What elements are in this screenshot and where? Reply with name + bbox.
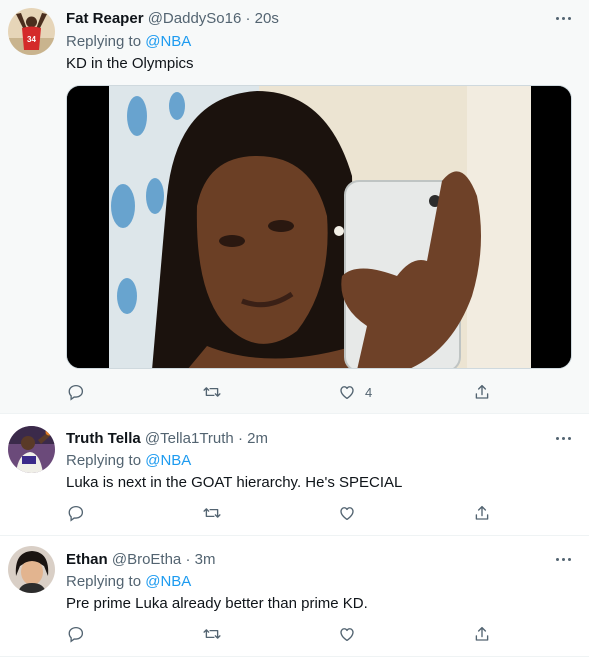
tweet-timestamp[interactable]: 20s	[255, 10, 279, 27]
replying-to-label: Replying to	[66, 33, 146, 50]
tweet-media-image[interactable]	[66, 85, 572, 369]
tweet-header: Fat Reaper @DaddySo16 · 20s	[66, 10, 279, 27]
tweet-item[interactable]: Ethan @BroEtha · 3m Replying to @NBA Pre…	[0, 536, 589, 657]
tweet-timestamp[interactable]: 2m	[247, 430, 268, 447]
tweet-timestamp[interactable]: 3m	[195, 551, 216, 568]
replying-to-label: Replying to	[66, 573, 146, 590]
like-button[interactable]	[338, 624, 356, 644]
replying-to-line: Replying to @NBA	[66, 573, 191, 590]
retweet-icon	[203, 629, 221, 639]
share-button[interactable]	[473, 382, 491, 402]
user-handle[interactable]: @Tella1Truth	[145, 430, 234, 447]
replying-to-mention[interactable]: @NBA	[145, 573, 191, 590]
share-icon	[475, 626, 489, 641]
user-handle[interactable]: @DaddySo16	[148, 10, 242, 27]
like-icon	[340, 628, 354, 642]
more-icon[interactable]	[551, 430, 575, 446]
like-button[interactable]: 4	[338, 382, 372, 402]
separator-dot: ·	[245, 10, 251, 27]
more-icon[interactable]	[551, 10, 575, 26]
retweet-button[interactable]	[203, 624, 221, 644]
share-icon	[475, 384, 489, 399]
reply-icon	[68, 626, 84, 643]
like-button[interactable]	[338, 503, 356, 523]
tweet-item[interactable]: 34 Fat Reaper @DaddySo16 · 20s Replying …	[0, 0, 589, 414]
retweet-button[interactable]	[203, 382, 221, 402]
tweet-text: KD in the Olympics	[66, 55, 194, 72]
tweet-item[interactable]: Truth Tella @Tella1Truth · 2m Replying t…	[0, 414, 589, 536]
separator-dot: ·	[237, 430, 243, 447]
replying-to-line: Replying to @NBA	[66, 452, 191, 469]
reply-button[interactable]	[67, 382, 85, 402]
separator-dot: ·	[185, 551, 191, 568]
tweet-text: Luka is next in the GOAT hierarchy. He's…	[66, 474, 403, 491]
user-name[interactable]: Fat Reaper	[66, 10, 144, 27]
retweet-button[interactable]	[203, 503, 221, 523]
replying-to-line: Replying to @NBA	[66, 33, 191, 50]
tweet-header: Ethan @BroEtha · 3m	[66, 551, 215, 568]
user-avatar[interactable]: 34	[8, 8, 55, 55]
user-name[interactable]: Truth Tella	[66, 430, 141, 447]
like-icon	[340, 386, 354, 400]
retweet-icon	[203, 508, 221, 518]
user-name[interactable]: Ethan	[66, 551, 108, 568]
avatar-image	[8, 426, 55, 473]
reply-icon	[68, 384, 84, 401]
share-button[interactable]	[473, 624, 491, 644]
reply-icon	[68, 505, 84, 522]
tweet-text: Pre prime Luka already better than prime…	[66, 595, 368, 612]
reply-button[interactable]	[67, 624, 85, 644]
replying-to-mention[interactable]: @NBA	[145, 452, 191, 469]
like-count: 4	[365, 384, 373, 400]
retweet-icon	[203, 387, 221, 397]
avatar-jersey-number: 34	[27, 35, 36, 44]
user-avatar[interactable]	[8, 426, 55, 473]
avatar-image	[8, 546, 55, 593]
user-avatar[interactable]	[8, 546, 55, 593]
user-handle[interactable]: @BroEtha	[112, 551, 181, 568]
replying-to-label: Replying to	[66, 452, 146, 469]
share-icon	[475, 505, 489, 520]
replying-to-mention[interactable]: @NBA	[145, 33, 191, 50]
selfie-photo	[67, 86, 571, 368]
reply-button[interactable]	[67, 503, 85, 523]
avatar-image: 34	[8, 8, 55, 55]
like-icon	[340, 507, 354, 521]
tweet-header: Truth Tella @Tella1Truth · 2m	[66, 430, 268, 447]
share-button[interactable]	[473, 503, 491, 523]
more-icon[interactable]	[551, 551, 575, 567]
